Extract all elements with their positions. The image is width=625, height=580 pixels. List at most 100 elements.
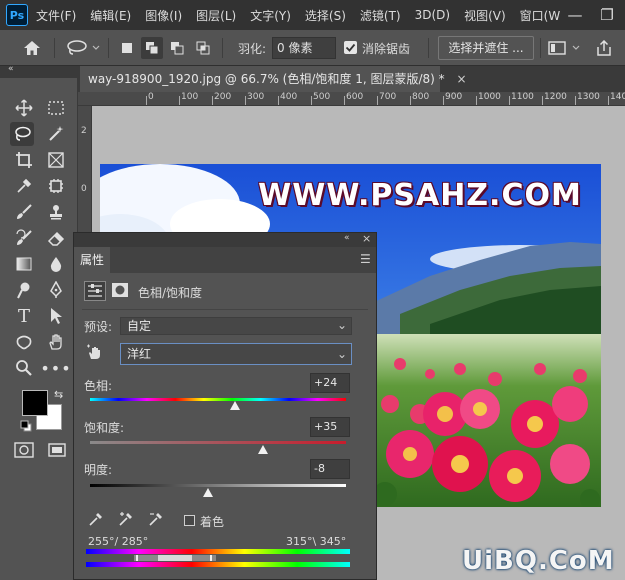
marquee-tool[interactable] xyxy=(44,96,68,120)
hue-slider-thumb[interactable] xyxy=(230,401,241,410)
pen-tool[interactable] xyxy=(44,278,68,302)
subtract-from-sample-button[interactable] xyxy=(148,511,166,529)
marquee-icon xyxy=(48,101,64,115)
options-bar: 羽化: 0 像素 消除锯齿 选择并遮住 ... xyxy=(0,30,625,66)
frame-tool[interactable] xyxy=(44,148,68,172)
subtract-selection-button[interactable] xyxy=(166,37,188,59)
ruler-tick xyxy=(311,96,312,105)
layer-mask-button[interactable] xyxy=(110,281,132,301)
minimize-button[interactable]: — xyxy=(560,0,590,30)
lasso-preset-picker[interactable] xyxy=(62,37,104,59)
blur-tool[interactable] xyxy=(44,252,68,276)
lightness-input[interactable]: -8 xyxy=(310,459,350,479)
menu-window[interactable]: 窗口(W xyxy=(520,7,561,24)
move-tool[interactable] xyxy=(12,96,36,120)
dodge-icon xyxy=(17,282,30,299)
custom-shape-tool[interactable] xyxy=(12,330,36,354)
dodge-tool[interactable] xyxy=(12,278,36,302)
restore-button[interactable]: ❐ xyxy=(592,0,622,30)
eyedropper-tool[interactable] xyxy=(12,174,36,198)
menu-select[interactable]: 选择(S) xyxy=(305,7,346,24)
eraser-tool[interactable] xyxy=(44,226,68,250)
collapse-icon[interactable]: « xyxy=(344,233,350,243)
document-tab-title: way-918900_1920.jpg @ 66.7% (色相/饱和度 1, 图… xyxy=(88,72,445,86)
menu-edit[interactable]: 编辑(E) xyxy=(90,7,131,24)
menu-3d[interactable]: 3D(D) xyxy=(415,8,450,22)
menu-bar: Ps 文件(F) 编辑(E) 图像(I) 图层(L) 文字(Y) 选择(S) 滤… xyxy=(0,0,625,30)
ruler-tick xyxy=(212,96,213,105)
intersect-selection-button[interactable] xyxy=(192,37,214,59)
home-button[interactable] xyxy=(20,37,44,59)
saturation-input[interactable]: +35 xyxy=(310,417,350,437)
screen-mode-button[interactable] xyxy=(48,442,68,458)
tab-properties[interactable]: 属性 xyxy=(74,247,110,273)
properties-panel: « × 属性 ☰ 色相/饱和度 预设: 自定 ⌄ 洋红 ⌄ 色相: +24 饱和… xyxy=(73,232,377,580)
document-tab[interactable]: way-918900_1920.jpg @ 66.7% (色相/饱和度 1, 图… xyxy=(80,66,467,92)
colorize-checkbox[interactable] xyxy=(184,515,195,526)
history-brush-tool[interactable] xyxy=(12,226,36,250)
saturation-slider-track[interactable] xyxy=(90,441,346,444)
ruler-tick-label: 1200 xyxy=(544,92,567,102)
ruler-tick-label: 0 xyxy=(148,92,154,102)
crop-tool[interactable] xyxy=(12,148,36,172)
channel-dropdown[interactable]: 洋红 ⌄ xyxy=(120,343,352,365)
properties-panel-titlebar: « × xyxy=(74,232,376,247)
hand-tool[interactable] xyxy=(44,330,68,354)
color-range-selector[interactable] xyxy=(134,555,216,561)
quick-selection-tool[interactable] xyxy=(44,122,68,146)
range-core[interactable] xyxy=(158,555,192,561)
lasso-tool[interactable] xyxy=(10,122,34,146)
edit-toolbar-button[interactable]: ••• xyxy=(40,356,70,380)
add-to-selection-button[interactable] xyxy=(141,37,163,59)
eyedropper-button[interactable] xyxy=(88,511,106,529)
add-to-sample-button[interactable] xyxy=(118,511,136,529)
type-icon: T xyxy=(17,305,30,327)
type-tool[interactable]: T xyxy=(12,304,36,328)
preset-dropdown[interactable]: 自定 ⌄ xyxy=(120,317,352,335)
gradient-tool[interactable] xyxy=(12,252,36,276)
hue-input[interactable]: +24 xyxy=(310,373,350,393)
feather-input[interactable]: 0 像素 xyxy=(272,37,336,59)
subtract-selection-icon xyxy=(171,42,184,55)
antialias-checkbox[interactable] xyxy=(344,41,357,54)
panel-menu-icon[interactable]: ☰ xyxy=(360,252,371,266)
workspace-button[interactable] xyxy=(546,37,584,59)
clone-stamp-tool[interactable] xyxy=(44,200,68,224)
new-selection-button[interactable] xyxy=(116,37,138,59)
ruler-tick-label: 0 xyxy=(81,184,87,194)
patch-tool[interactable] xyxy=(44,174,68,198)
brush-tool[interactable] xyxy=(12,200,36,224)
quick-mask-button[interactable] xyxy=(14,442,34,458)
menu-filter[interactable]: 滤镜(T) xyxy=(360,7,401,24)
path-selection-tool[interactable] xyxy=(44,304,68,328)
swap-colors-icon[interactable]: ⇆ xyxy=(54,388,63,401)
lightness-slider-track[interactable] xyxy=(90,484,346,487)
lightness-label: 明度: xyxy=(84,463,113,477)
collapse-icon[interactable]: « xyxy=(8,64,14,74)
lightness-slider-thumb[interactable] xyxy=(202,488,213,497)
ruler-tick xyxy=(377,96,378,105)
menu-type[interactable]: 文字(Y) xyxy=(250,7,291,24)
saturation-slider-thumb[interactable] xyxy=(257,445,268,454)
menu-view[interactable]: 视图(V) xyxy=(464,7,506,24)
range-handle[interactable] xyxy=(210,555,212,561)
hue-slider-track[interactable] xyxy=(90,398,346,401)
ruler-tick-label: 1300 xyxy=(577,92,600,102)
targeted-adjustment-tool[interactable] xyxy=(86,343,104,361)
foreground-color-swatch[interactable] xyxy=(22,390,48,416)
default-colors-icon[interactable] xyxy=(20,420,32,432)
close-panel-icon[interactable]: × xyxy=(362,232,371,245)
color-range-bar-top xyxy=(86,549,350,554)
menu-image[interactable]: 图像(I) xyxy=(145,7,182,24)
select-and-mask-button[interactable]: 选择并遮住 ... xyxy=(438,36,534,60)
share-button[interactable] xyxy=(592,37,616,59)
range-handle[interactable] xyxy=(136,555,138,561)
menu-file[interactable]: 文件(F) xyxy=(36,7,76,24)
close-tab-icon[interactable]: × xyxy=(457,72,467,86)
menu-layer[interactable]: 图层(L) xyxy=(196,7,236,24)
hand-icon xyxy=(49,334,62,350)
new-selection-icon xyxy=(122,43,132,53)
eyedropper-icon xyxy=(89,513,102,526)
adjustment-layer-button[interactable] xyxy=(84,281,106,301)
zoom-tool[interactable] xyxy=(12,356,36,380)
